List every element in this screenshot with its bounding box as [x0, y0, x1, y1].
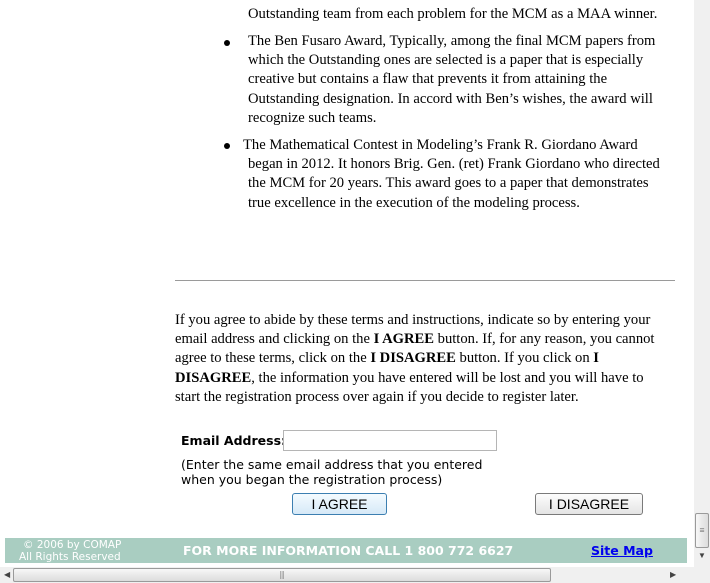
award-text-line: creative but contains a flaw that preven… — [248, 71, 608, 88]
award-text-line: The Ben Fusaro Award, Typically, among t… — [248, 33, 656, 49]
terms-paragraph: If you agree to abide by these terms and… — [175, 311, 654, 407]
vertical-scrollbar[interactable]: ≡ ▼ — [694, 0, 710, 567]
award-text-line: the MCM for 20 years. This award goes to… — [248, 175, 649, 192]
award-text-line: began in 2012. It honors Brig. Gen. (ret… — [248, 156, 660, 173]
terms-line: DISAGREE, the information you have enter… — [175, 369, 654, 388]
award-text-line: which the Outstanding ones are selected … — [248, 52, 644, 69]
email-input[interactable] — [283, 430, 497, 451]
copyright-text: © 2006 by COMAP — [23, 539, 122, 551]
terms-line: start the registration process over agai… — [175, 388, 654, 407]
terms-text: , the information you have entered will … — [251, 369, 644, 386]
terms-text: agree to these terms, click on the — [175, 350, 371, 367]
award-text-line: The Mathematical Contest in Modeling’s F… — [243, 137, 638, 153]
terms-text: email address and clicking on the — [175, 331, 374, 348]
email-note: (Enter the same email address that you e… — [181, 457, 482, 487]
terms-emphasis: I AGREE — [373, 331, 434, 348]
terms-line: email address and clicking on the I AGRE… — [175, 330, 654, 349]
terms-text: button. If, for any reason, you cannot — [434, 331, 655, 348]
scroll-thumb[interactable]: ||| — [13, 568, 551, 582]
info-phone: FOR MORE INFORMATION CALL 1 800 772 6627 — [183, 543, 514, 558]
horizontal-scrollbar[interactable]: ◀ ||| ▶ — [0, 567, 710, 583]
bullet-icon — [224, 143, 230, 149]
divider — [175, 280, 675, 281]
i-disagree-button[interactable]: I DISAGREE — [535, 493, 643, 515]
scroll-right-arrow-icon[interactable]: ▶ — [670, 570, 676, 579]
terms-emphasis: I — [593, 350, 599, 367]
award-text-line: true excellence in the execution of the … — [248, 194, 580, 211]
scroll-thumb[interactable]: ≡ — [695, 513, 709, 548]
bullet-icon — [224, 40, 230, 46]
award-text-line: recognize such teams. — [248, 109, 377, 126]
terms-emphasis: I DISAGREE — [370, 350, 456, 367]
terms-emphasis: DISAGREE — [175, 369, 252, 386]
terms-text: start the registration process over agai… — [175, 388, 579, 405]
award-ben-fusaro: The Ben Fusaro Award, Typically, among t… — [248, 32, 655, 128]
note-line: (Enter the same email address that you e… — [181, 457, 483, 472]
note-line: when you began the registration process) — [181, 472, 443, 487]
footer: © 2006 by COMAP All Rights Reserved FOR … — [5, 538, 687, 563]
terms-text: If you agree to abide by these terms and… — [175, 312, 651, 328]
scroll-left-arrow-icon[interactable]: ◀ — [4, 570, 10, 579]
email-label: Email Address: — [181, 433, 287, 448]
scroll-down-arrow-icon[interactable]: ▼ — [698, 551, 706, 560]
terms-line: If you agree to abide by these terms and… — [175, 311, 654, 330]
rights-text: All Rights Reserved — [19, 551, 121, 563]
copyright: © 2006 by COMAP All Rights Reserved — [19, 539, 121, 563]
terms-text: button. If you click on — [455, 350, 594, 367]
award-giordano: The Mathematical Contest in Modeling’s F… — [243, 136, 660, 213]
i-agree-button[interactable]: I AGREE — [292, 493, 387, 515]
site-map-link[interactable]: Site Map — [591, 543, 653, 558]
award-text-line: Outstanding designation. In accord with … — [248, 90, 653, 107]
terms-line: agree to these terms, click on the I DIS… — [175, 349, 654, 368]
award-text-line: Outstanding team from each problem for t… — [248, 6, 658, 22]
